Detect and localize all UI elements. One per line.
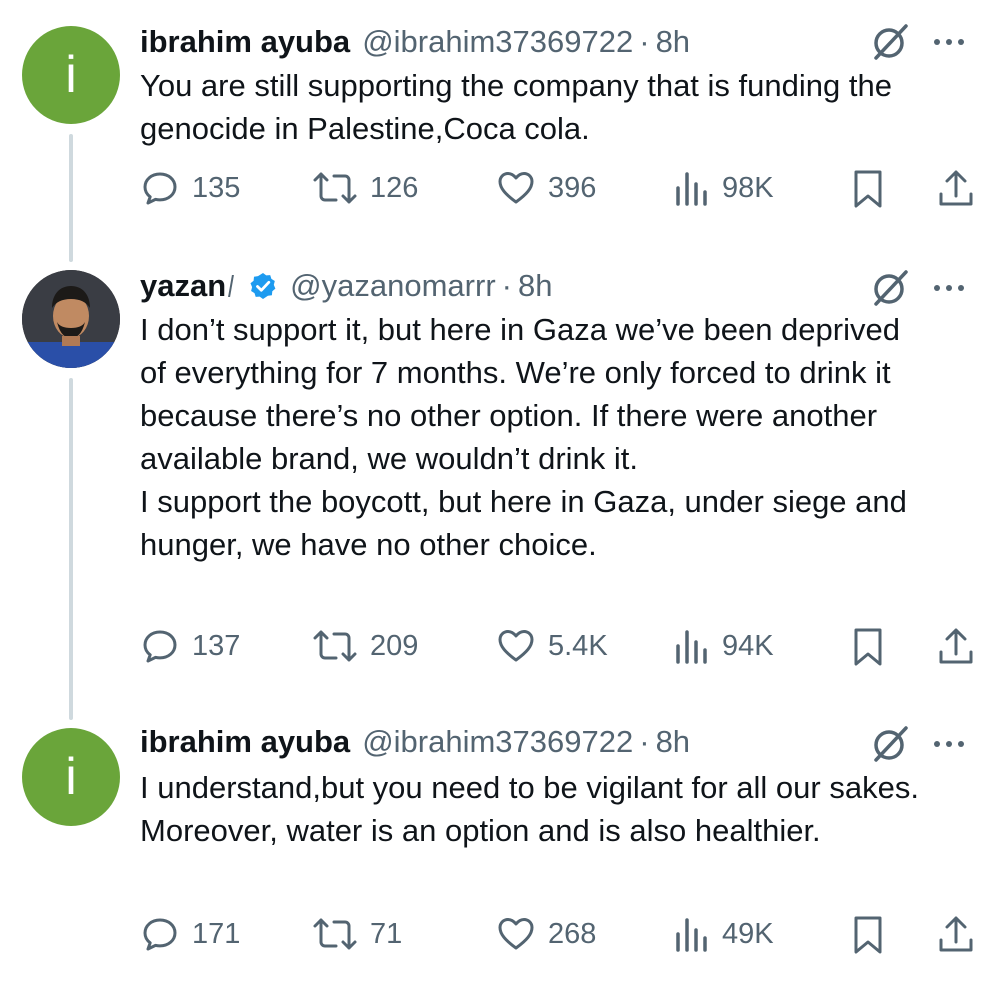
thread-line <box>69 134 73 262</box>
share-icon <box>939 628 973 664</box>
views-button[interactable]: 94K <box>674 626 774 666</box>
tweet-paragraph: I don’t support it, but here in Gaza we’… <box>140 312 900 476</box>
repost-icon <box>313 172 357 204</box>
bookmark-button[interactable] <box>850 914 898 956</box>
more-icon[interactable] <box>934 278 974 298</box>
repost-count: 209 <box>370 629 419 662</box>
like-count: 5.4K <box>548 629 608 662</box>
repost-button[interactable]: 71 <box>312 914 402 954</box>
more-icon[interactable] <box>934 32 974 52</box>
timestamp[interactable]: 8h <box>656 24 690 60</box>
action-bar: 171 71 268 49K <box>140 914 980 958</box>
view-count: 49K <box>722 917 774 950</box>
views-button[interactable]: 49K <box>674 914 774 954</box>
tweet-text: I don’t support it, but here in Gaza we’… <box>140 308 930 566</box>
bookmark-icon <box>854 628 882 666</box>
action-bar: 137 209 5.4K 94K <box>140 626 980 670</box>
bookmark-button[interactable] <box>850 168 898 210</box>
tweet-header: yazan @yazanomarrr · 8h <box>140 266 552 306</box>
reply-count: 171 <box>192 917 241 950</box>
repost-button[interactable]: 209 <box>312 626 418 666</box>
share-button[interactable] <box>936 626 988 668</box>
separator-dot: · <box>639 724 650 759</box>
more-icon[interactable] <box>934 734 974 754</box>
avatar[interactable] <box>22 270 120 368</box>
repost-icon <box>313 630 357 662</box>
reply-button[interactable]: 171 <box>140 914 240 954</box>
like-icon <box>498 172 534 204</box>
repost-icon <box>313 918 357 950</box>
display-name[interactable]: ibrahim ayuba <box>140 724 350 760</box>
tweet-header: ibrahim ayuba @ibrahim37369722 · 8h <box>140 22 690 62</box>
view-count: 94K <box>722 629 774 662</box>
display-name[interactable]: yazan <box>140 268 226 304</box>
grok-icon[interactable] <box>870 724 910 764</box>
action-bar: 135 126 396 98K <box>140 168 980 212</box>
avatar-letter: i <box>65 748 77 806</box>
like-count: 268 <box>548 917 597 950</box>
bookmark-icon <box>854 170 882 208</box>
like-count: 396 <box>548 171 597 204</box>
views-button[interactable]: 98K <box>674 168 774 208</box>
reply-count: 135 <box>192 171 241 204</box>
user-handle[interactable]: @yazanomarrr <box>290 268 495 304</box>
separator-dot: · <box>639 24 650 59</box>
verified-icon[interactable] <box>248 271 278 301</box>
separator-dot: · <box>501 268 512 303</box>
share-button[interactable] <box>936 914 988 956</box>
views-icon <box>676 630 707 664</box>
repost-count: 126 <box>370 171 419 204</box>
avatar-letter: i <box>65 46 77 104</box>
grok-icon[interactable] <box>870 268 910 308</box>
avatar[interactable]: i <box>22 26 120 124</box>
thread-line <box>69 378 73 720</box>
share-button[interactable] <box>936 168 988 210</box>
grok-icon[interactable] <box>870 22 910 62</box>
views-icon <box>676 918 707 952</box>
tweet-paragraph: I support the boycott, but here in Gaza,… <box>140 484 907 562</box>
tweet-text: I understand,but you need to be vigilant… <box>140 766 930 852</box>
reply-count: 137 <box>192 629 241 662</box>
reply-button[interactable]: 137 <box>140 626 240 666</box>
tweet-paragraph: You are still supporting the company tha… <box>140 68 892 146</box>
share-icon <box>939 170 973 206</box>
views-icon <box>676 172 707 206</box>
timestamp[interactable]: 8h <box>656 724 690 760</box>
avatar[interactable]: i <box>22 728 120 826</box>
like-icon <box>498 630 534 662</box>
like-button[interactable]: 396 <box>496 168 596 208</box>
display-name[interactable]: ibrahim ayuba <box>140 24 350 60</box>
flag-emoji <box>228 275 243 297</box>
share-icon <box>939 916 973 952</box>
avatar-photo <box>22 270 120 368</box>
tweet-paragraph: I understand,but you need to be vigilant… <box>140 770 919 848</box>
repost-button[interactable]: 126 <box>312 168 418 208</box>
reply-icon <box>143 918 177 951</box>
like-icon <box>498 918 534 950</box>
tweet-header: ibrahim ayuba @ibrahim37369722 · 8h <box>140 722 690 762</box>
view-count: 98K <box>722 171 774 204</box>
tweet-text: You are still supporting the company tha… <box>140 64 980 150</box>
repost-count: 71 <box>370 917 403 950</box>
like-button[interactable]: 5.4K <box>496 626 608 666</box>
timestamp[interactable]: 8h <box>518 268 552 304</box>
bookmark-button[interactable] <box>850 626 898 668</box>
bookmark-icon <box>854 916 882 954</box>
reply-icon <box>143 172 177 205</box>
user-handle[interactable]: @ibrahim37369722 <box>362 24 633 60</box>
user-handle[interactable]: @ibrahim37369722 <box>362 724 633 760</box>
like-button[interactable]: 268 <box>496 914 596 954</box>
reply-button[interactable]: 135 <box>140 168 240 208</box>
reply-icon <box>143 630 177 663</box>
